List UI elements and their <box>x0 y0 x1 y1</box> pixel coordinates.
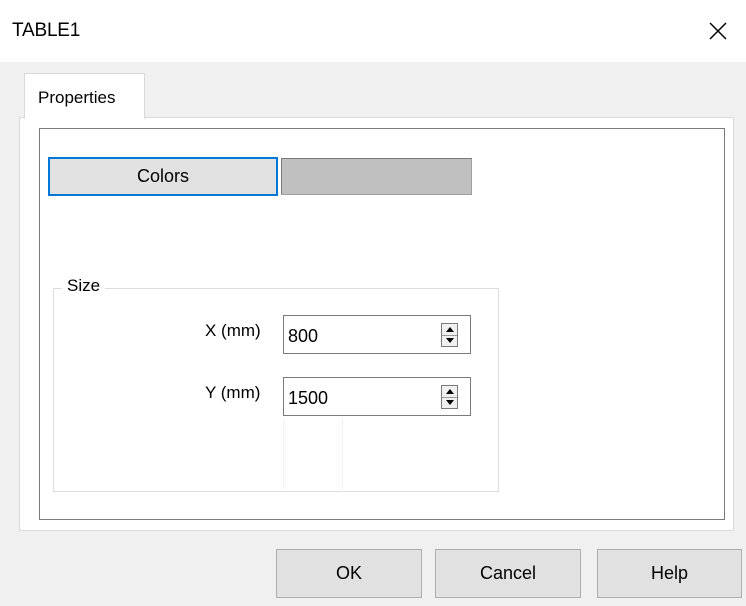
x-mm-input[interactable] <box>288 324 428 348</box>
chevron-down-icon <box>445 400 454 405</box>
y-mm-spinbox[interactable] <box>283 377 471 416</box>
help-button[interactable]: Help <box>597 549 742 598</box>
y-mm-decrement-button[interactable] <box>442 397 457 408</box>
dialog-window: TABLE1 Properties Colors Size X (mm) Y (… <box>0 0 746 606</box>
tab-properties-label: Properties <box>38 88 116 107</box>
y-mm-input[interactable] <box>288 386 428 410</box>
x-mm-spin-buttons <box>441 323 458 347</box>
size-group-legend: Size <box>62 276 106 296</box>
chevron-up-icon <box>445 327 454 332</box>
close-icon <box>709 22 727 40</box>
chevron-up-icon <box>445 389 454 394</box>
tab-properties[interactable]: Properties <box>24 73 145 119</box>
close-button[interactable] <box>690 0 746 62</box>
window-title: TABLE1 <box>12 20 81 41</box>
cancel-button[interactable]: Cancel <box>435 549 581 598</box>
y-mm-label: Y (mm) <box>205 383 261 402</box>
ok-button[interactable]: OK <box>276 549 422 598</box>
color-swatch[interactable] <box>281 158 472 195</box>
chevron-down-icon <box>445 338 454 343</box>
title-bar: TABLE1 <box>0 0 746 62</box>
x-mm-label: X (mm) <box>205 321 261 340</box>
colors-button[interactable]: Colors <box>48 157 278 196</box>
colors-button-label: Colors <box>136 166 189 186</box>
x-mm-spinbox[interactable] <box>283 315 471 354</box>
x-mm-decrement-button[interactable] <box>442 335 457 346</box>
y-mm-spin-buttons <box>441 385 458 409</box>
